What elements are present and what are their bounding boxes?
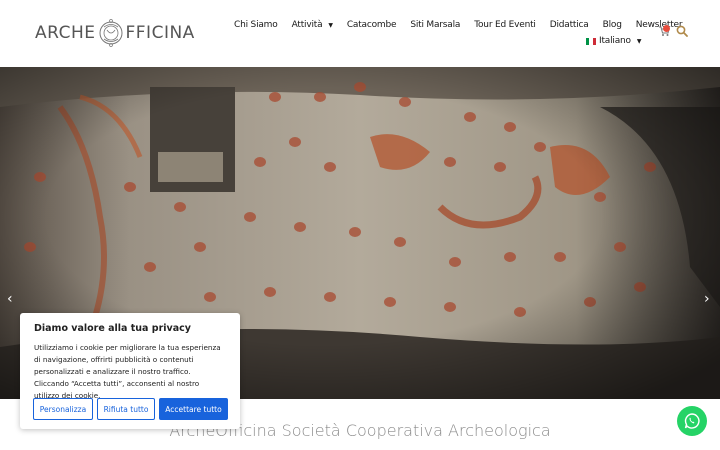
whatsapp-chat-button[interactable]: [677, 406, 707, 436]
nav-item-label: Blog: [602, 20, 622, 30]
nav-item-chi-siamo[interactable]: Chi Siamo: [234, 20, 278, 30]
cookie-buttons: Personalizza Rifiuta tutto Accettare tut…: [33, 398, 228, 420]
nav-item-label: Chi Siamo: [234, 20, 278, 30]
search-icon[interactable]: [676, 25, 688, 37]
nav-item-attivit-[interactable]: Attività ▼: [292, 20, 333, 30]
nav-item-siti-marsala[interactable]: Siti Marsala: [410, 20, 460, 30]
reject-all-button[interactable]: Rifiuta tutto: [97, 398, 155, 420]
chevron-down-icon: ▼: [328, 21, 333, 29]
cookie-title: Diamo valore alla tua privacy: [34, 323, 191, 334]
nav-item-label: Didattica: [549, 20, 589, 30]
chevron-down-icon: ▼: [636, 37, 642, 45]
nav-item-label: Tour Ed Eventi: [474, 20, 536, 30]
cookie-description: Utilizziamo i cookie per migliorare la t…: [34, 343, 221, 400]
nav-item-tour-ed-eventi[interactable]: Tour Ed Eventi: [474, 20, 536, 30]
italian-flag-icon: [586, 37, 596, 45]
logo-emblem-icon: [99, 19, 122, 47]
whatsapp-icon: [684, 413, 700, 429]
accept-all-button[interactable]: Accettare tutto: [159, 398, 228, 420]
site-logo[interactable]: ARCHE FFICINA: [35, 15, 195, 51]
nav-item-label: Catacombe: [346, 20, 397, 30]
site-header: ARCHE FFICINA Chi Siamo Attività ▼ Catacomb…: [0, 0, 720, 67]
cart-count-badge: [663, 25, 670, 32]
slider-prev-arrow[interactable]: ‹: [7, 292, 13, 306]
main-nav: Chi Siamo Attività ▼ Catacombe Siti Marsala T…: [234, 18, 696, 32]
slider-next-arrow[interactable]: ›: [704, 292, 710, 306]
nav-item-didattica[interactable]: Didattica: [550, 20, 589, 30]
nav-item-catacombe[interactable]: Catacombe: [347, 20, 397, 30]
logo-text-right: FFICINA: [125, 23, 195, 43]
cookie-consent-banner: Diamo valore alla tua privacy Utilizziam…: [20, 313, 240, 429]
nav-item-blog[interactable]: Blog: [603, 20, 622, 30]
nav-item-label: Siti Marsala: [410, 20, 461, 30]
logo-text-left: ARCHE: [35, 23, 96, 43]
customize-button[interactable]: Personalizza: [33, 398, 93, 420]
language-selector[interactable]: Italiano ▼: [586, 36, 641, 46]
language-label: Italiano: [599, 36, 631, 46]
nav-item-label: Attività: [291, 20, 323, 30]
